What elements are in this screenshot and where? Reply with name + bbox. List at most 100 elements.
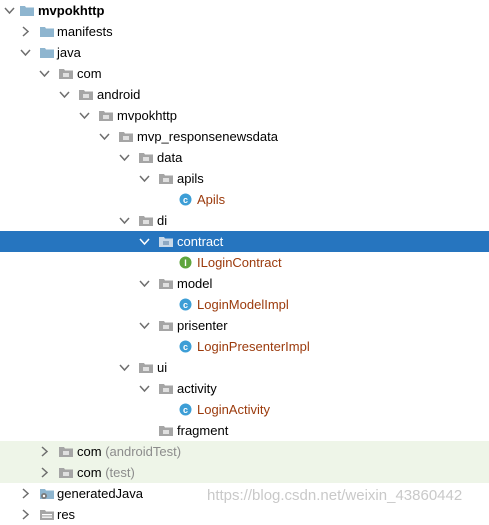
tree-label: java <box>57 45 81 60</box>
tree-label: generatedJava <box>57 486 144 501</box>
tree-label-name: com <box>77 444 102 459</box>
chevron-right-icon[interactable] <box>20 26 31 37</box>
tree-label: mvpokhttp <box>38 3 105 18</box>
tree-label: ILoginContract <box>197 255 282 270</box>
watermark: https://blog.csdn.net/weixin_43860442 <box>207 487 463 504</box>
package-icon <box>139 151 153 164</box>
tree-label-suffix: (test) <box>105 465 135 480</box>
tree-row-fragment[interactable]: fragment <box>0 420 489 441</box>
chevron-down-icon[interactable] <box>20 47 31 58</box>
project-tree: mvpokhttp manifests java com android mvp… <box>0 0 489 525</box>
tree-row-com-test[interactable]: com (test) <box>0 462 489 483</box>
tree-label: di <box>157 213 168 228</box>
resources-folder-icon <box>40 508 54 521</box>
generated-folder-icon <box>40 487 54 500</box>
tree-label: fragment <box>177 423 229 438</box>
tree-row-java[interactable]: java <box>0 42 489 63</box>
tree-row-mvpokhttp-package[interactable]: mvpokhttp <box>0 105 489 126</box>
tree-row-data[interactable]: data <box>0 147 489 168</box>
svg-text:I: I <box>184 258 187 268</box>
chevron-down-icon[interactable] <box>139 320 150 331</box>
tree-label: model <box>177 276 213 291</box>
svg-text:c: c <box>183 342 188 352</box>
tree-label-suffix: (androidTest) <box>105 444 182 459</box>
tree-label: mvp_responsenewsdata <box>137 129 278 144</box>
tree-row-manifests[interactable]: manifests <box>0 21 489 42</box>
tree-row-res[interactable]: res <box>0 504 489 525</box>
package-icon <box>119 130 133 143</box>
tree-label: apils <box>177 171 204 186</box>
tree-row-apils-package[interactable]: apils <box>0 168 489 189</box>
tree-label: com <box>77 66 102 81</box>
package-icon <box>159 172 173 185</box>
tree-row-activity[interactable]: activity <box>0 378 489 399</box>
tree-label: activity <box>177 381 217 396</box>
tree-label: com (test) <box>77 462 135 483</box>
package-icon <box>159 277 173 290</box>
folder-icon <box>40 46 54 59</box>
tree-row-ui[interactable]: ui <box>0 357 489 378</box>
chevron-down-icon[interactable] <box>79 110 90 121</box>
tree-label: LoginActivity <box>197 402 270 417</box>
chevron-down-icon[interactable] <box>99 131 110 142</box>
class-icon: c <box>179 298 193 311</box>
tree-label: LoginModelImpl <box>197 297 289 312</box>
tree-row-loginmodelimpl[interactable]: c LoginModelImpl <box>0 294 489 315</box>
svg-text:c: c <box>183 195 188 205</box>
tree-row-ilogincontract[interactable]: I ILoginContract <box>0 252 489 273</box>
tree-label: LoginPresenterImpl <box>197 339 310 354</box>
chevron-right-icon[interactable] <box>39 446 50 457</box>
tree-row-root[interactable]: mvpokhttp <box>0 0 489 21</box>
chevron-down-icon[interactable] <box>119 152 130 163</box>
class-icon: c <box>179 340 193 353</box>
chevron-right-icon[interactable] <box>20 488 31 499</box>
tree-label: com (androidTest) <box>77 441 181 462</box>
package-icon <box>159 235 173 248</box>
tree-row-loginpresenterimpl[interactable]: c LoginPresenterImpl <box>0 336 489 357</box>
package-icon <box>159 424 173 437</box>
folder-icon <box>20 4 34 17</box>
tree-label-name: com <box>77 465 102 480</box>
tree-row-contract[interactable]: contract <box>0 231 489 252</box>
class-icon: c <box>179 403 193 416</box>
tree-label: mvpokhttp <box>117 108 177 123</box>
chevron-down-icon[interactable] <box>139 236 150 247</box>
tree-row-android[interactable]: android <box>0 84 489 105</box>
chevron-down-icon[interactable] <box>139 278 150 289</box>
tree-label: Apils <box>197 192 226 207</box>
chevron-right-icon[interactable] <box>20 509 31 520</box>
tree-label: android <box>97 87 141 102</box>
tree-row-di[interactable]: di <box>0 210 489 231</box>
package-icon <box>139 214 153 227</box>
chevron-down-icon[interactable] <box>119 215 130 226</box>
chevron-down-icon[interactable] <box>139 173 150 184</box>
chevron-down-icon[interactable] <box>59 89 70 100</box>
chevron-down-icon[interactable] <box>4 5 15 16</box>
svg-text:c: c <box>183 300 188 310</box>
package-icon <box>59 445 73 458</box>
tree-label: data <box>157 150 183 165</box>
tree-row-apils-class[interactable]: c Apils <box>0 189 489 210</box>
tree-label: manifests <box>57 24 113 39</box>
tree-row-model[interactable]: model <box>0 273 489 294</box>
folder-icon <box>40 25 54 38</box>
chevron-down-icon[interactable] <box>39 68 50 79</box>
svg-text:c: c <box>183 405 188 415</box>
chevron-down-icon[interactable] <box>119 362 130 373</box>
tree-label: ui <box>157 360 168 375</box>
chevron-right-icon[interactable] <box>39 467 50 478</box>
package-icon <box>59 67 73 80</box>
tree-row-com[interactable]: com <box>0 63 489 84</box>
package-icon <box>159 382 173 395</box>
package-icon <box>79 88 93 101</box>
chevron-down-icon[interactable] <box>139 383 150 394</box>
package-icon <box>59 466 73 479</box>
tree-row-com-androidtest[interactable]: com (androidTest) <box>0 441 489 462</box>
tree-row-prisenter[interactable]: prisenter <box>0 315 489 336</box>
package-icon <box>99 109 113 122</box>
tree-row-loginactivity[interactable]: c LoginActivity <box>0 399 489 420</box>
package-icon <box>159 319 173 332</box>
tree-row-mvp-responsenewsdata[interactable]: mvp_responsenewsdata <box>0 126 489 147</box>
class-icon: c <box>179 193 193 206</box>
tree-label: prisenter <box>177 318 228 333</box>
